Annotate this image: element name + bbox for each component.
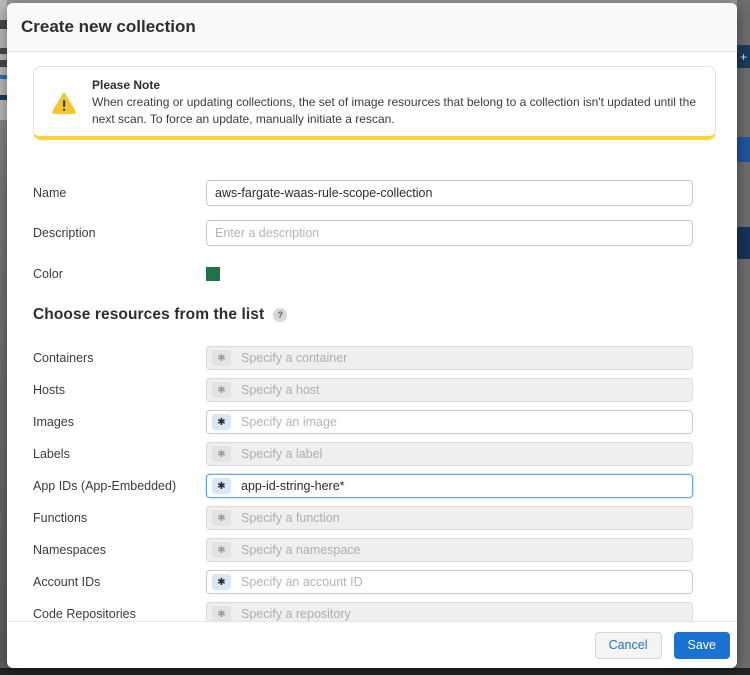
backdrop-blue-line — [0, 75, 7, 79]
resource-input[interactable]: ✱ — [206, 410, 693, 434]
asterisk-chip: ✱ — [212, 606, 231, 621]
resource-text-input[interactable] — [239, 478, 687, 494]
asterisk-chip: ✱ — [212, 542, 231, 558]
resource-label: Images — [33, 415, 74, 429]
modal-header: Create new collection — [7, 3, 737, 52]
color-swatch[interactable] — [206, 267, 220, 281]
resource-label: Namespaces — [33, 543, 106, 557]
name-label: Name — [33, 186, 67, 200]
resource-label: Code Repositories — [33, 607, 136, 621]
name-input[interactable] — [206, 180, 693, 206]
note-banner: Please Note When creating or updating co… — [33, 66, 716, 140]
resource-text-input — [239, 510, 687, 526]
resource-input: ✱ — [206, 442, 693, 466]
backdrop-add-button: + — [737, 45, 750, 68]
resource-row: Account IDs ✱ — [33, 570, 716, 594]
resources-heading-row: Choose resources from the list ? — [33, 306, 716, 324]
resource-input: ✱ — [206, 378, 693, 402]
asterisk-chip: ✱ — [212, 414, 231, 430]
resources-list: Containers ✱ Hosts ✱ Images ✱ Labels ✱ A… — [33, 346, 716, 621]
backdrop-navy-button — [737, 227, 750, 259]
backdrop-text-fragment — [0, 60, 7, 67]
description-field-row: Description — [33, 220, 716, 246]
resource-input[interactable]: ✱ — [206, 570, 693, 594]
backdrop-right-strip: + — [737, 0, 750, 675]
resource-label: Account IDs — [33, 575, 101, 589]
resource-text-input — [239, 350, 687, 366]
note-line-2: next scan. To force an update, manually … — [92, 112, 395, 126]
backdrop-text-fragment — [0, 20, 7, 29]
modal-footer: Cancel Save — [7, 621, 737, 668]
cancel-button[interactable]: Cancel — [594, 631, 662, 659]
resource-label: Functions — [33, 511, 88, 525]
resource-row: Namespaces ✱ — [33, 538, 716, 562]
create-collection-modal: Create new collection Please Note When c… — [7, 3, 737, 668]
resource-label: Labels — [33, 447, 70, 461]
save-button[interactable]: Save — [673, 631, 730, 659]
resource-input: ✱ — [206, 538, 693, 562]
resource-row: Images ✱ — [33, 410, 716, 434]
backdrop-blue-button — [737, 137, 750, 162]
description-label: Description — [33, 226, 96, 240]
asterisk-chip: ✱ — [212, 478, 231, 494]
name-field-row: Name — [33, 180, 716, 206]
resource-row: Containers ✱ — [33, 346, 716, 370]
note-title: Please Note — [92, 78, 161, 92]
color-field-row: Color — [33, 267, 716, 281]
asterisk-chip: ✱ — [212, 350, 231, 366]
asterisk-chip: ✱ — [212, 574, 231, 590]
resource-text-input[interactable] — [239, 414, 687, 430]
resource-label: Containers — [33, 351, 94, 365]
resource-text-input — [239, 542, 687, 558]
color-label: Color — [33, 267, 63, 281]
resource-text-input — [239, 606, 687, 621]
resource-label: Hosts — [33, 383, 65, 397]
modal-title: Create new collection — [21, 17, 196, 36]
resource-row: Code Repositories ✱ — [33, 602, 716, 621]
note-text: Please Note When creating or updating co… — [92, 77, 696, 128]
resource-text-input — [239, 382, 687, 398]
warning-icon — [52, 92, 76, 115]
backdrop-navy-line — [0, 95, 7, 100]
backdrop-text-fragment — [0, 48, 7, 54]
backdrop-left-strip — [0, 0, 7, 675]
description-input[interactable] — [206, 220, 693, 246]
resource-input[interactable]: ✱ — [206, 474, 693, 498]
asterisk-chip: ✱ — [212, 446, 231, 462]
asterisk-chip: ✱ — [212, 382, 231, 398]
help-icon[interactable]: ? — [273, 308, 288, 322]
asterisk-chip: ✱ — [212, 510, 231, 526]
resource-label: App IDs (App-Embedded) — [33, 479, 177, 493]
resource-row: Hosts ✱ — [33, 378, 716, 402]
note-line-1: When creating or updating collections, t… — [92, 95, 696, 109]
backdrop-bottom-band — [0, 668, 750, 675]
modal-body: Please Note When creating or updating co… — [7, 52, 737, 621]
resource-input: ✱ — [206, 346, 693, 370]
resource-text-input[interactable] — [239, 574, 687, 590]
resource-input: ✱ — [206, 506, 693, 530]
resource-input: ✱ — [206, 602, 693, 621]
resource-row: Functions ✱ — [33, 506, 716, 530]
resource-text-input — [239, 446, 687, 462]
resource-row: App IDs (App-Embedded) ✱ — [33, 474, 716, 498]
resource-row: Labels ✱ — [33, 442, 716, 466]
resources-heading: Choose resources from the list — [33, 306, 265, 323]
